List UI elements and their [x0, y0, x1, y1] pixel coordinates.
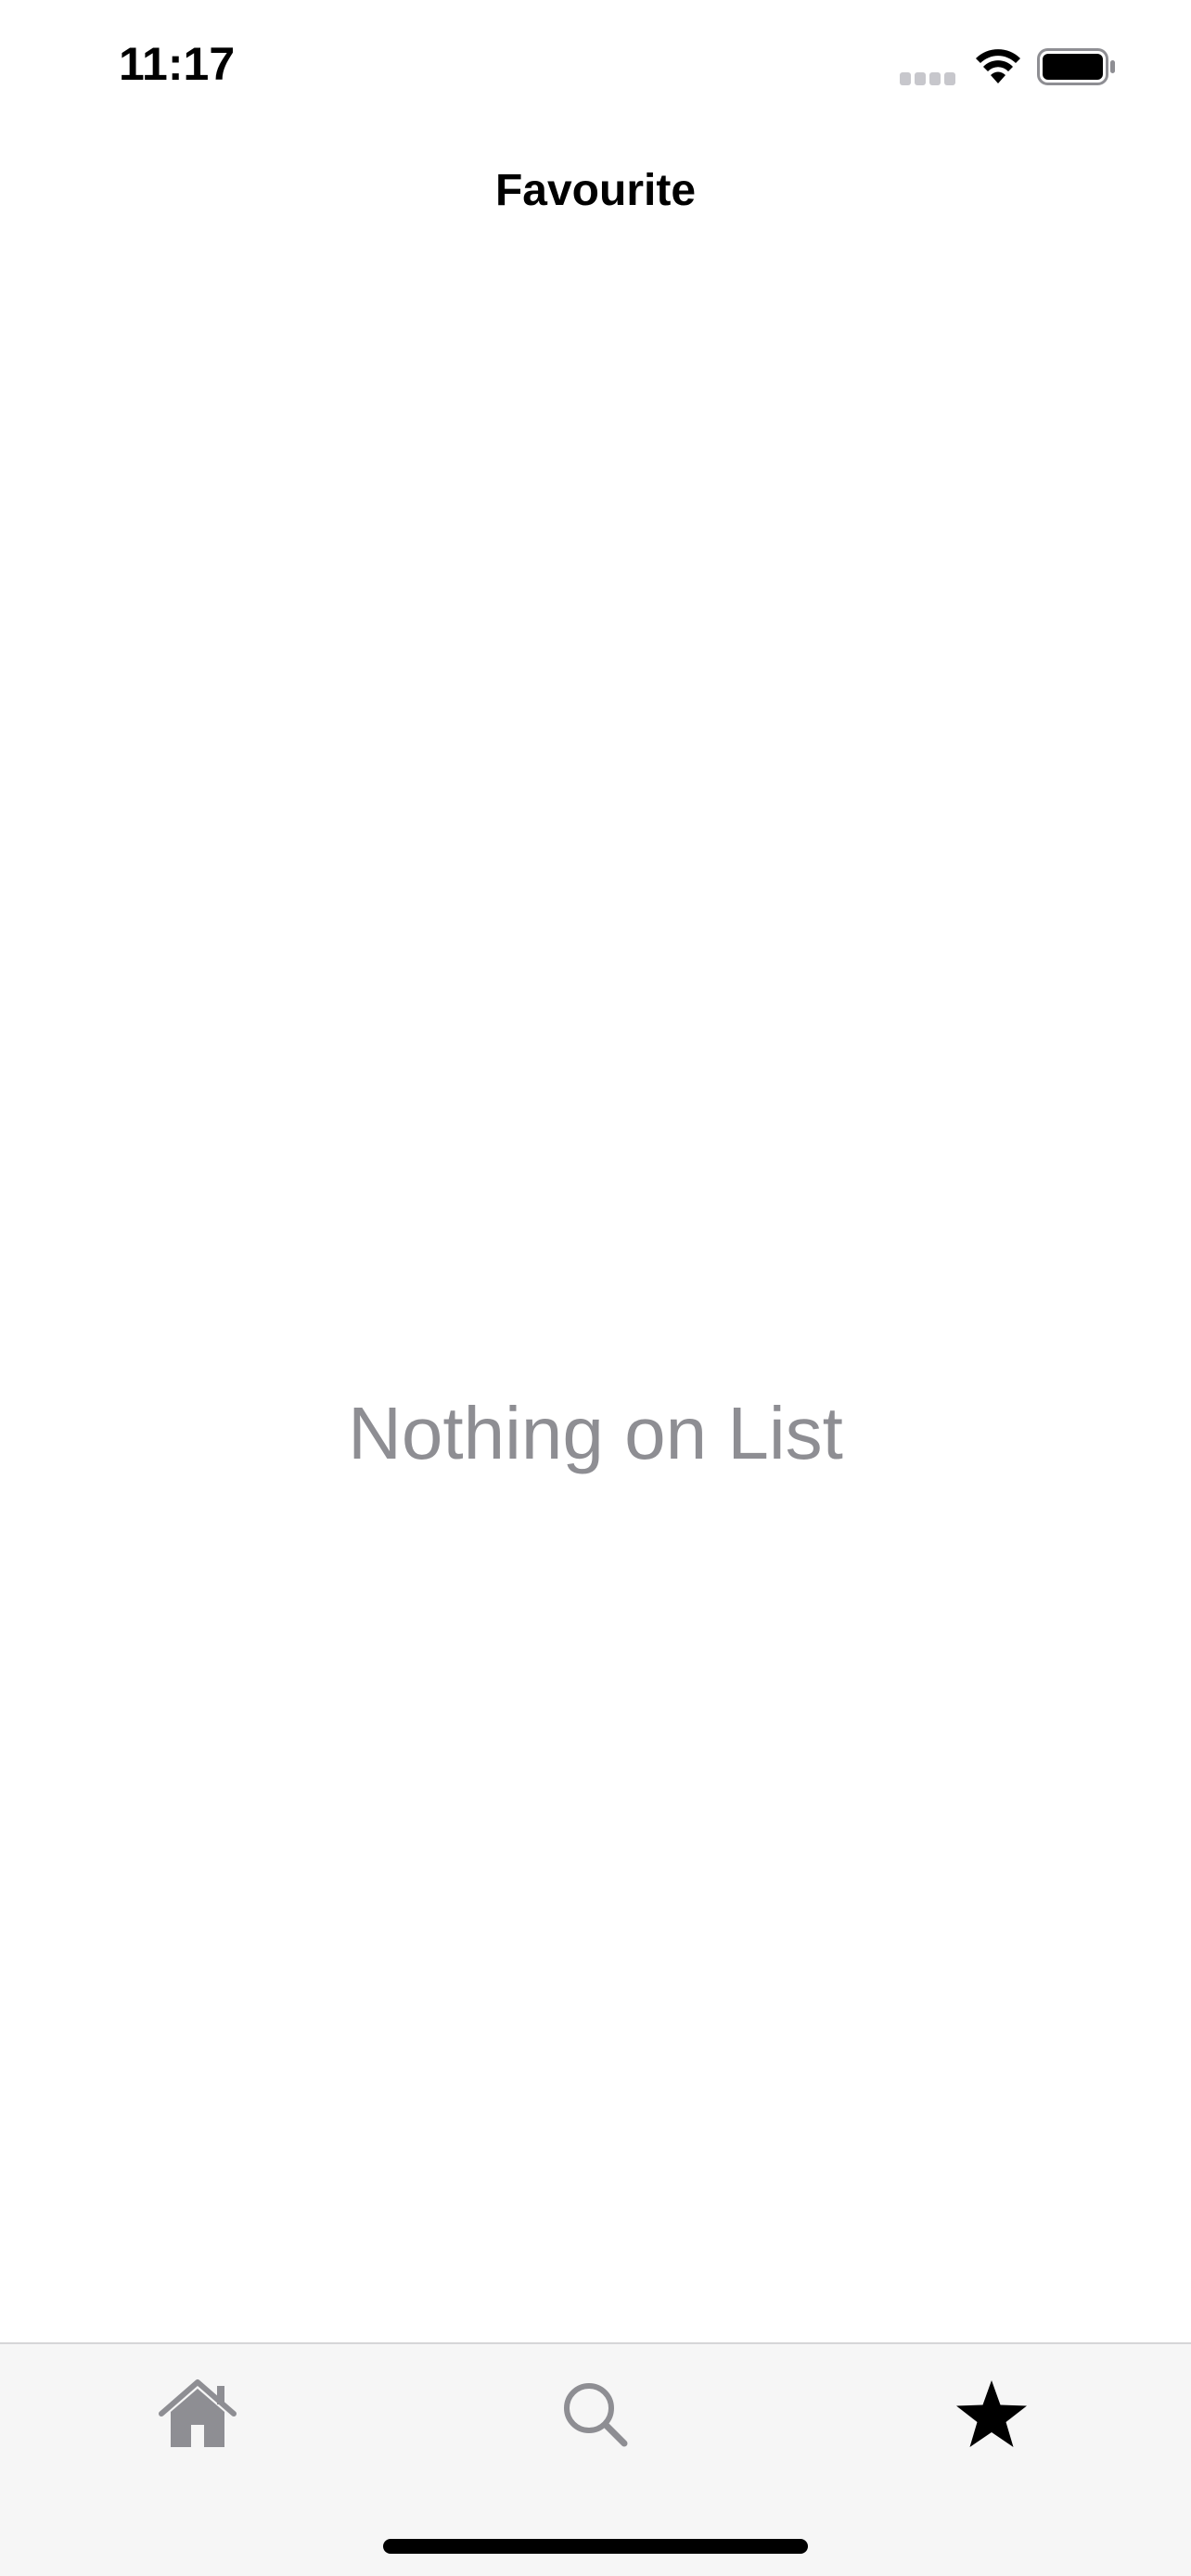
status-time: 11:17 — [119, 38, 236, 90]
battery-icon — [1037, 48, 1115, 85]
tab-favourite[interactable] — [936, 2363, 1047, 2465]
star-icon — [956, 2380, 1027, 2447]
search-icon — [564, 2383, 628, 2447]
empty-state-message: Nothing on List — [348, 1392, 843, 1474]
wifi-icon — [976, 49, 1020, 83]
tab-search[interactable] — [539, 2363, 650, 2465]
home-indicator[interactable] — [383, 2539, 808, 2554]
home-icon — [159, 2379, 237, 2447]
cellular-signal-icon — [900, 72, 955, 85]
status-bar: 11:17 — [0, 0, 1191, 130]
favourite-screen: 11:17 Favourite Nothing on List — [0, 0, 1191, 2576]
page-title: Favourite — [494, 166, 697, 215]
tab-home[interactable] — [142, 2363, 253, 2465]
